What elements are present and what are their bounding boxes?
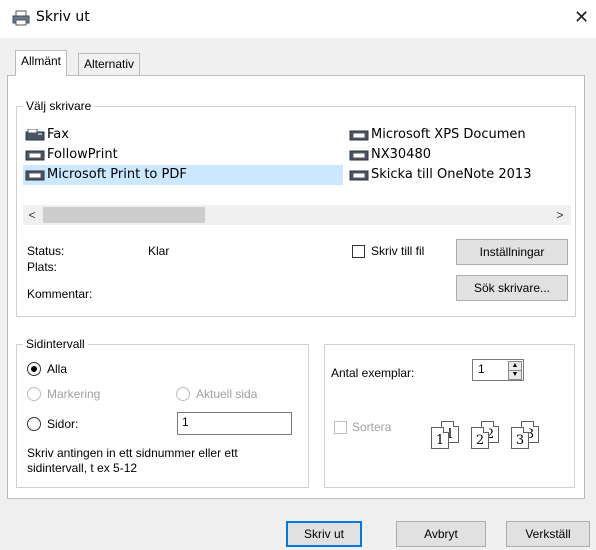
printer-item-microsoft-xps[interactable]: Microsoft XPS Documen [347,125,571,145]
preferences-button[interactable]: Inställningar [456,239,568,265]
printer-item-fax[interactable]: Fax [23,125,323,145]
page-range-legend: Sidintervall [23,337,88,351]
pages-label[interactable]: Sidor: [47,417,78,431]
printer-item-followprint[interactable]: FollowPrint [23,145,323,165]
apply-button[interactable]: Verkställ [506,521,590,547]
tab-panel-general: Välj skrivare Fax FollowPrint Microsoft … [7,75,585,499]
copies-group: Antal exemplar: 1 ▲ ▼ Sortera 1 1 2 2 3 … [324,344,575,488]
scroll-thumb[interactable] [43,207,205,223]
print-to-file-checkbox[interactable] [352,245,365,258]
collate-label[interactable]: Sortera [352,420,391,434]
printer-item-nx30480[interactable]: NX30480 [347,145,571,165]
collate-illustration: 1 1 2 2 3 3 [429,411,559,451]
current-page-label[interactable]: Aktuell sida [196,387,257,401]
printer-icon [349,150,369,161]
scroll-left-icon[interactable]: < [23,206,41,224]
printer-group: Välj skrivare Fax FollowPrint Microsoft … [16,99,576,317]
printer-icon [349,170,369,181]
all-pages-radio[interactable] [27,362,41,376]
tab-options[interactable]: Alternativ [78,53,141,75]
collate-checkbox[interactable] [334,421,347,434]
copies-down-icon[interactable]: ▼ [508,370,522,380]
status-label: Status: [27,244,65,258]
printer-icon [25,150,45,161]
tab-general[interactable]: Allmänt [15,50,68,76]
close-icon[interactable]: ✕ [574,7,589,28]
comment-label: Kommentar: [27,287,93,301]
copies-label: Antal exemplar: [331,366,415,380]
print-to-file-label[interactable]: Skriv till fil [371,244,424,258]
all-pages-label[interactable]: Alla [47,362,67,376]
page-range-hint: Skriv antingen in ett sidnummer eller et… [27,446,238,475]
selection-label[interactable]: Markering [47,387,100,401]
collate-page: 3 [511,427,529,449]
collate-page: 2 [471,427,489,449]
print-button[interactable]: Skriv ut [286,521,362,547]
printer-group-legend: Välj skrivare [23,99,95,113]
printer-item-microsoft-print-to-pdf[interactable]: Microsoft Print to PDF [23,165,343,185]
current-page-radio[interactable] [176,387,190,401]
pages-radio[interactable] [27,417,41,431]
printer-icon [12,10,30,26]
page-range-group: Sidintervall Alla Markering Aktuell sida… [16,337,309,488]
window-title: Skriv ut [36,9,90,25]
printer-icon [25,170,45,181]
cancel-button[interactable]: Avbryt [396,521,486,547]
fax-icon [25,129,45,141]
printer-item-onenote[interactable]: Skicka till OneNote 2013 [347,165,571,185]
printer-list-scrollbar[interactable]: < > [23,205,571,225]
pages-input[interactable]: 1 [177,412,292,435]
find-printer-button[interactable]: Sök skrivare... [456,275,568,301]
collate-page: 1 [431,427,449,449]
scroll-right-icon[interactable]: > [551,206,569,224]
location-label: Plats: [27,260,58,274]
selection-radio[interactable] [27,387,41,401]
printer-icon [349,130,369,141]
status-value: Klar [148,244,170,258]
